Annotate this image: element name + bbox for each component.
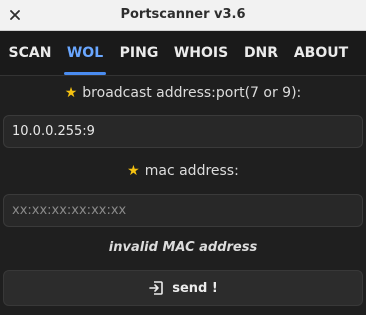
error-message: invalid MAC address [108,240,258,255]
active-tab-indicator [64,72,106,75]
tab-dnr[interactable]: DNR [238,31,284,75]
required-star-icon: ★ [127,163,140,179]
tab-label: SCAN [8,45,52,61]
title-bar: Portscanner v3.6 [0,0,366,31]
broadcast-label-text: broadcast address:port(7 or 9): [82,85,302,101]
send-button[interactable]: send ! [3,270,363,306]
mac-address-input[interactable] [3,194,363,227]
tab-label: DNR [243,45,279,61]
tab-bar: SCAN WOL PING WHOIS DNR ABOUT [0,31,366,76]
tab-wol[interactable]: WOL [60,31,110,75]
login-arrow-icon [148,280,164,296]
send-button-label: send ! [172,280,218,296]
tab-label: WHOIS [173,45,229,61]
tab-scan[interactable]: SCAN [4,31,56,75]
required-star-icon: ★ [64,85,78,101]
tab-label: PING [119,45,159,61]
tab-label: ABOUT [293,45,349,61]
tab-ping[interactable]: PING [114,31,164,75]
tab-about[interactable]: ABOUT [290,31,352,75]
tab-whois[interactable]: WHOIS [170,31,232,75]
window-title: Portscanner v3.6 [120,7,246,22]
broadcast-label: ★ broadcast address:port(7 or 9): [0,85,366,101]
mac-label: ★ mac address: [0,163,366,179]
broadcast-address-input[interactable] [3,115,363,148]
tab-label: WOL [66,45,104,61]
mac-label-text: mac address: [144,163,239,179]
